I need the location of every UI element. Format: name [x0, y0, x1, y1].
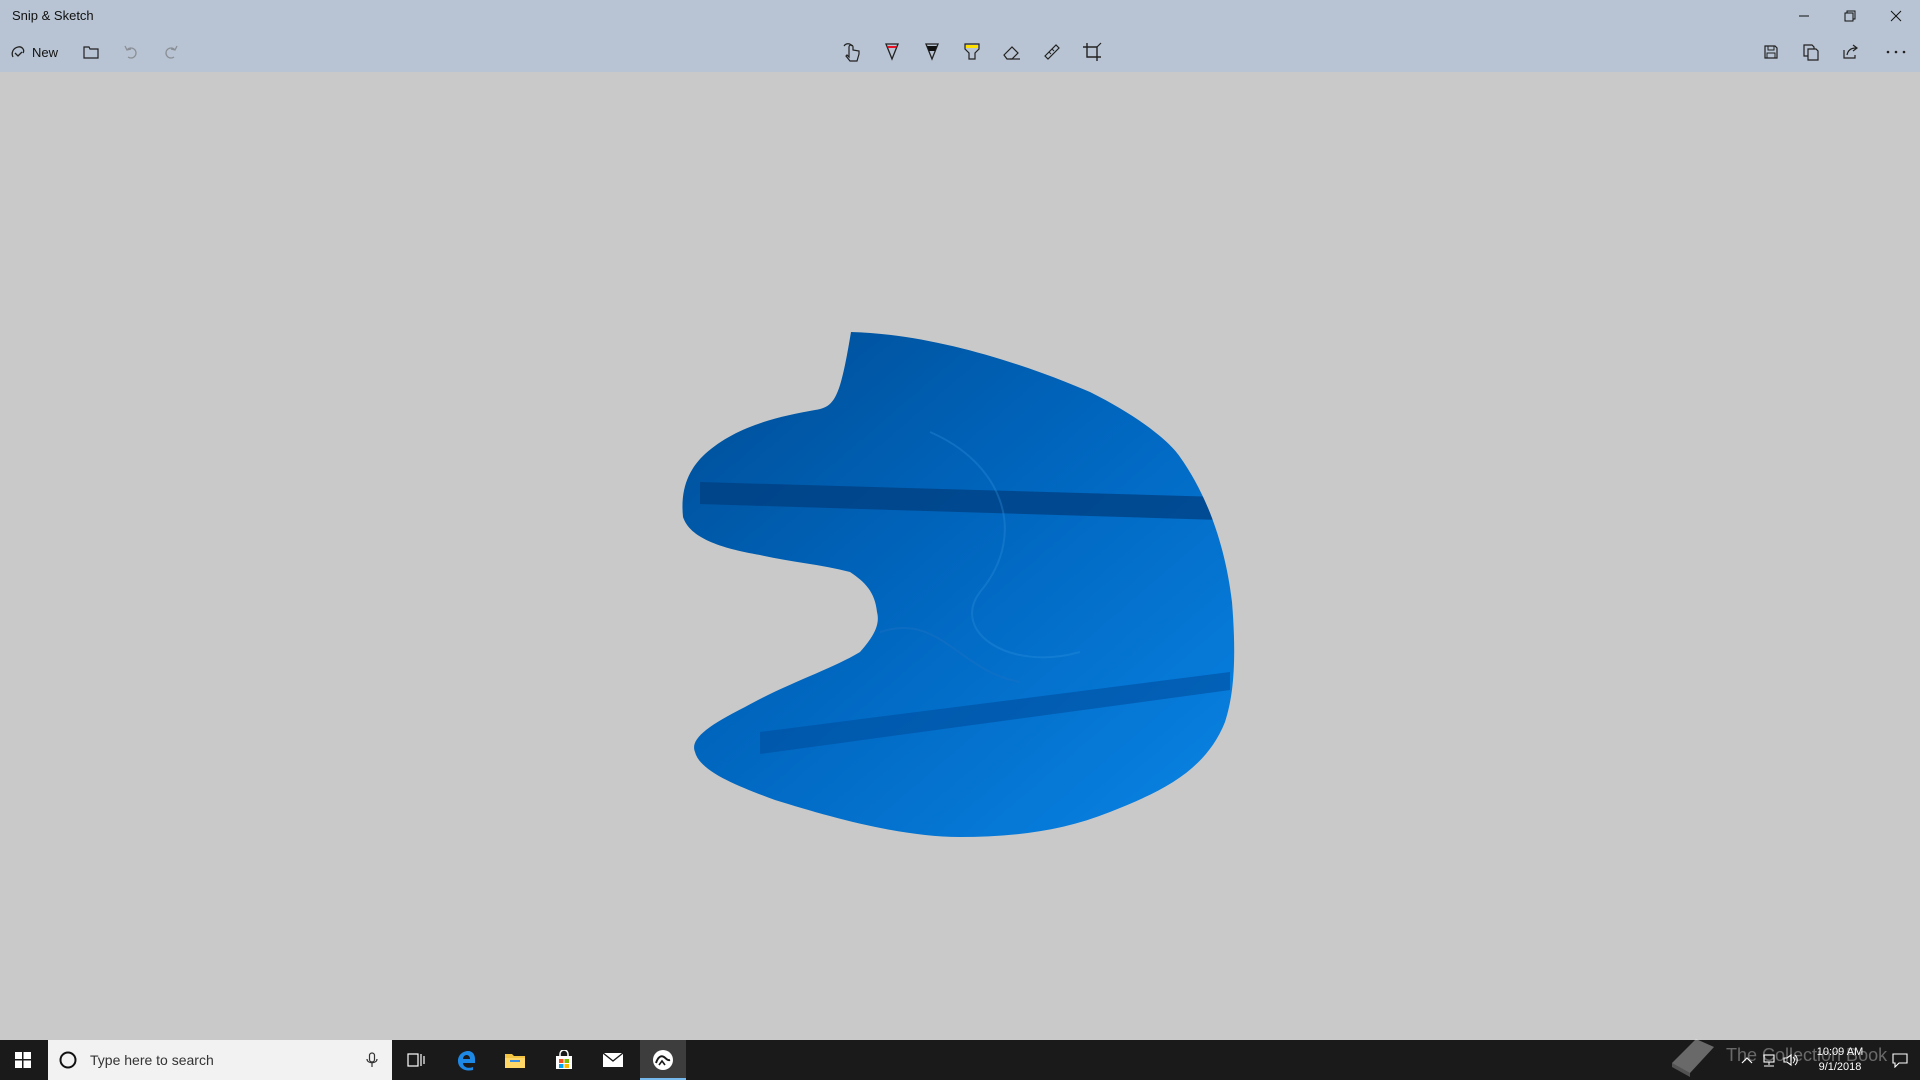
close-icon [1890, 10, 1902, 22]
windows-logo-icon [15, 1052, 31, 1068]
task-view-icon [407, 1053, 425, 1067]
ballpoint-pen-icon [885, 43, 899, 61]
taskbar-search-box[interactable]: Type here to search [48, 1040, 392, 1080]
pencil-icon [925, 43, 939, 61]
copy-icon [1803, 44, 1819, 61]
highlighter-button[interactable] [956, 32, 988, 72]
edge-browser-button[interactable] [446, 1040, 486, 1080]
minimize-icon [1799, 15, 1809, 17]
pencil-button[interactable] [916, 32, 948, 72]
cortana-icon [59, 1051, 77, 1069]
snip-canvas[interactable] [0, 72, 1920, 1040]
title-bar: Snip & Sketch [0, 0, 1920, 32]
save-button[interactable] [1758, 32, 1784, 72]
speaker-icon [1783, 1053, 1798, 1067]
snip-sketch-taskbar-button[interactable] [640, 1040, 686, 1080]
clock-time: 10:09 AM [1816, 1046, 1864, 1058]
show-hidden-icons-button[interactable] [1736, 1040, 1758, 1080]
open-file-button[interactable] [78, 32, 104, 72]
highlighter-icon [964, 43, 980, 60]
clock-date: 9/1/2018 [1818, 1061, 1862, 1073]
save-icon [1764, 45, 1778, 59]
system-tray: 10:09 AM 9/1/2018 [1728, 1040, 1920, 1080]
search-placeholder: Type here to search [90, 1052, 214, 1068]
minimize-button[interactable] [1784, 0, 1824, 32]
start-button[interactable] [0, 1040, 46, 1080]
new-button-label: New [32, 44, 59, 60]
network-icon [1763, 1054, 1775, 1067]
touch-writing-button[interactable] [837, 32, 867, 72]
task-view-button[interactable] [396, 1040, 436, 1080]
restore-icon [1844, 10, 1856, 22]
mail-envelope-icon [602, 1052, 624, 1067]
new-snip-button[interactable]: New [6, 32, 64, 72]
microphone-icon[interactable] [366, 1052, 378, 1068]
ruler-button[interactable] [1036, 32, 1068, 72]
ballpoint-pen-button[interactable] [876, 32, 908, 72]
copy-button[interactable] [1798, 32, 1824, 72]
network-button[interactable] [1758, 1040, 1780, 1080]
close-button[interactable] [1876, 0, 1916, 32]
redo-button[interactable] [158, 32, 184, 72]
snipped-image [682, 332, 1235, 837]
toolbar: New [0, 32, 1920, 104]
volume-button[interactable] [1780, 1040, 1802, 1080]
snip-sketch-app-icon [653, 1050, 673, 1070]
redo-icon [165, 45, 178, 59]
undo-button[interactable] [118, 32, 144, 72]
eraser-icon [1003, 46, 1020, 60]
touch-writing-icon [843, 43, 860, 62]
more-options-button[interactable] [1878, 32, 1914, 72]
action-center-button[interactable] [1884, 1040, 1916, 1080]
notification-icon [1892, 1053, 1908, 1068]
crop-button[interactable] [1076, 32, 1108, 72]
eraser-button[interactable] [996, 32, 1028, 72]
taskbar: Type here to search 10:09 AM 9/1/2018 [0, 1040, 1920, 1080]
ruler-icon [1044, 44, 1060, 60]
taskbar-clock[interactable]: 10:09 AM 9/1/2018 [1806, 1045, 1874, 1075]
mail-button[interactable] [593, 1040, 633, 1080]
window-title: Snip & Sketch [12, 8, 94, 23]
share-button[interactable] [1838, 32, 1864, 72]
folder-icon [505, 1054, 525, 1068]
more-icon [1886, 50, 1906, 54]
microsoft-store-button[interactable] [544, 1040, 584, 1080]
crop-icon [1083, 42, 1102, 61]
edge-icon [458, 1051, 475, 1071]
undo-icon [124, 45, 137, 59]
file-explorer-button[interactable] [495, 1040, 535, 1080]
share-icon [1843, 44, 1858, 59]
new-snip-icon [11, 46, 25, 58]
store-bag-icon [556, 1050, 572, 1069]
folder-icon [83, 46, 99, 59]
restore-button[interactable] [1830, 0, 1870, 32]
chevron-up-icon [1741, 1057, 1753, 1064]
